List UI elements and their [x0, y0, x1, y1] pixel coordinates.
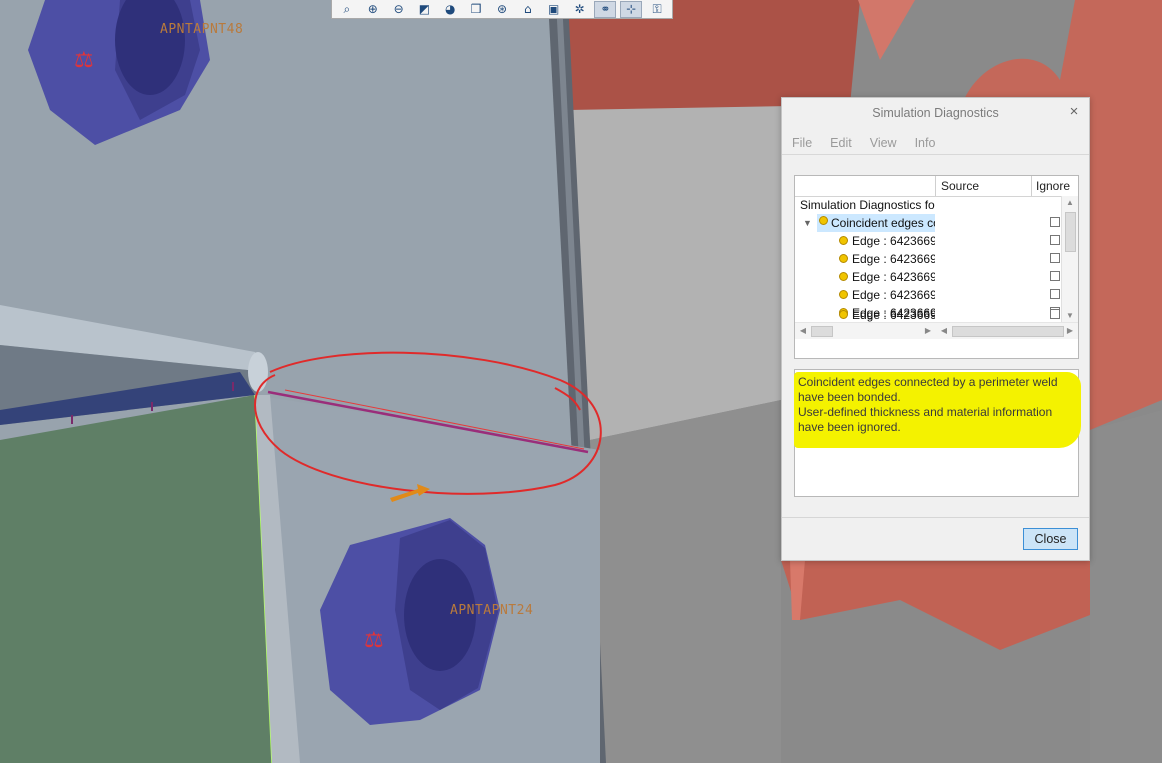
edge-label: Edge : 6423669_ — [852, 234, 935, 248]
appearance-icon[interactable]: ▣ — [543, 1, 565, 18]
edge-label: Edge : 6423669_ — [852, 252, 935, 266]
scroll-thumb[interactable] — [952, 326, 1064, 337]
warning-dot-icon — [839, 290, 848, 299]
scroll-left-icon[interactable]: ◀ — [795, 326, 811, 335]
ignore-checkbox[interactable] — [1050, 271, 1060, 281]
tree-item[interactable]: Edge : 6423669_ — [795, 250, 1061, 268]
display-style-icon[interactable]: ◕ — [439, 1, 461, 18]
info-text: have been ignored. — [798, 420, 901, 434]
tree-item[interactable]: Edge : 6423669_ — [795, 268, 1061, 286]
warning-dot-icon — [839, 254, 848, 263]
ignore-checkbox[interactable] — [1050, 289, 1060, 299]
menu-view[interactable]: View — [870, 131, 897, 154]
ignore-checkbox[interactable] — [1050, 253, 1060, 263]
column-separator[interactable] — [935, 176, 936, 196]
diagnostics-tree[interactable]: Source Ignore Simulation Diagnostics fo … — [794, 175, 1079, 359]
tree-header: Source Ignore — [795, 176, 1078, 197]
apnt24-label: APNTAPNT24 — [450, 603, 534, 618]
ignore-checkbox[interactable] — [1050, 217, 1060, 227]
apnt48-label: APNTAPNT48 — [160, 22, 244, 37]
edge-label: Edge : 6423669_ — [852, 288, 935, 302]
tree-group-label: Coincident edges co — [831, 216, 935, 230]
ignore-checkbox[interactable] — [1050, 309, 1060, 319]
divider — [782, 517, 1089, 518]
tree-item[interactable]: Edge : 6423669_ — [795, 232, 1061, 250]
zoom-out-icon[interactable]: ⊖ — [388, 1, 410, 18]
zoom-window-icon[interactable]: ⌕ — [336, 1, 358, 18]
zoom-in-icon[interactable]: ⊕ — [362, 1, 384, 18]
close-icon[interactable]: × — [1065, 102, 1083, 122]
spin-center-icon[interactable]: ⊹ — [620, 0, 643, 18]
edge-label: Edge : 6423669_ — [852, 270, 935, 284]
vertical-scrollbar[interactable]: ▲ ▼ — [1061, 196, 1078, 322]
info-text: User-defined thickness and material info… — [798, 405, 1053, 419]
scroll-down-icon[interactable]: ▼ — [1062, 311, 1078, 320]
scroll-right-icon[interactable]: ▶ — [1062, 326, 1078, 335]
horizontal-scrollbar[interactable]: ◀ ▶ ◀ ▶ — [795, 322, 1078, 339]
perspective-view-icon[interactable]: ⌂ — [517, 1, 539, 18]
tree-root[interactable]: Simulation Diagnostics fo — [795, 196, 1061, 214]
view-manager-icon[interactable]: ⊛ — [491, 1, 513, 18]
menu-file[interactable]: File — [792, 131, 812, 154]
warning-dot-icon — [819, 216, 828, 225]
weld-symbol-icon: ⚖ — [74, 48, 94, 73]
scroll-thumb[interactable] — [811, 326, 833, 337]
warning-dot-icon — [839, 272, 848, 281]
menu-bar: File Edit View Info — [782, 131, 1089, 155]
column-separator[interactable] — [1031, 176, 1032, 196]
scroll-thumb[interactable] — [1065, 212, 1076, 252]
grey-block-top-face — [568, 100, 781, 440]
scroll-left-icon[interactable]: ◀ — [936, 326, 952, 335]
tree-root-label: Simulation Diagnostics fo — [800, 198, 935, 212]
info-text: Coincident edges connected by a perimete… — [798, 375, 1058, 389]
simulation-diagnostics-dialog: Simulation Diagnostics × File Edit View … — [781, 97, 1090, 561]
simulation-display-icon[interactable]: ⚿ — [646, 1, 668, 18]
graphics-toolbar: ⌕ ⊕ ⊖ ◩ ◕ ❒ ⊛ ⌂ ▣ ✲ ⚭ ⊹ ⚿ — [331, 0, 673, 19]
datum-display-icon[interactable]: ✲ — [569, 1, 591, 18]
warning-dot-icon — [839, 236, 848, 245]
tree-item[interactable]: Edge : 6423669_ — [795, 286, 1061, 304]
ignore-checkbox[interactable] — [1050, 235, 1060, 245]
saved-orientations-icon[interactable]: ❒ — [465, 1, 487, 18]
menu-info[interactable]: Info — [915, 131, 936, 154]
grey-block-front-face — [590, 400, 781, 763]
grey-block-right-face — [1090, 410, 1162, 763]
expand-arrow-icon[interactable]: ▼ — [803, 214, 815, 232]
menu-edit[interactable]: Edit — [830, 131, 852, 154]
scroll-right-icon[interactable]: ▶ — [920, 326, 936, 335]
tube-end — [248, 352, 268, 392]
info-text: have been bonded. — [798, 390, 901, 404]
close-button[interactable]: Close — [1023, 528, 1078, 550]
scroll-up-icon[interactable]: ▲ — [1062, 198, 1078, 207]
green-face — [0, 395, 272, 763]
column-ignore[interactable]: Ignore — [1036, 176, 1070, 196]
dialog-title: Simulation Diagnostics — [872, 106, 999, 120]
column-source[interactable]: Source — [941, 176, 979, 196]
warning-dot-icon — [839, 310, 848, 319]
annotation-display-icon[interactable]: ⚭ — [594, 0, 617, 18]
weld-symbol-icon: ⚖ — [364, 628, 384, 653]
diagnostic-info-panel: Coincident edges connected by a perimete… — [794, 369, 1081, 497]
tree-group-row[interactable]: ▼ Coincident edges co — [795, 214, 1061, 232]
repaint-icon[interactable]: ◩ — [414, 1, 436, 18]
